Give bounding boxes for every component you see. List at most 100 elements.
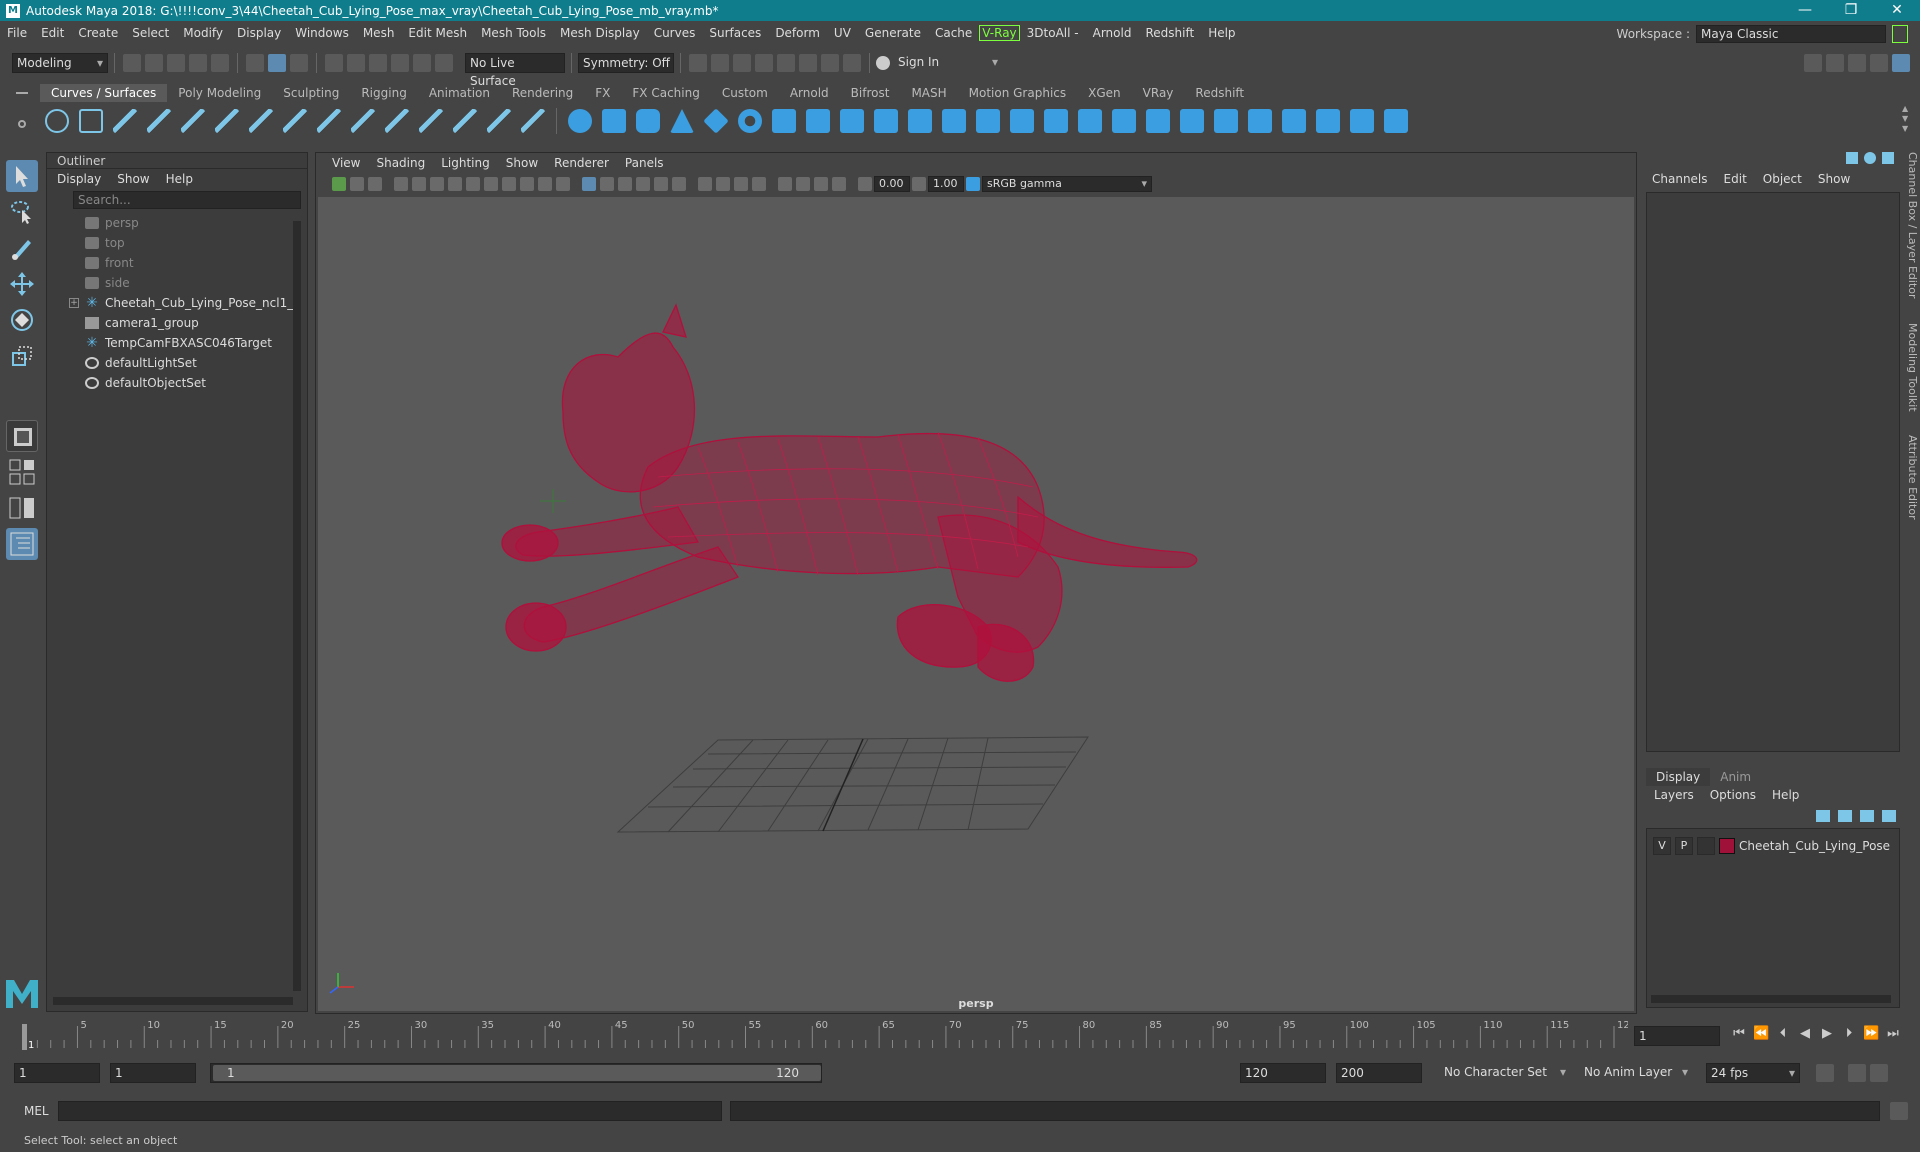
resolution-gate-icon[interactable] bbox=[484, 177, 498, 191]
3d-viewport[interactable]: persp bbox=[318, 197, 1634, 1011]
viewport-menu-show[interactable]: Show bbox=[498, 156, 546, 170]
go-to-end-icon[interactable]: ⏭ bbox=[1885, 1026, 1901, 1042]
motion-blur-icon[interactable] bbox=[716, 177, 730, 191]
side-tab-channel-box[interactable]: Channel Box / Layer Editor bbox=[1906, 152, 1919, 299]
shelf-tab-curves-surfaces[interactable]: Curves / Surfaces bbox=[40, 84, 168, 102]
toggle-attribute-editor-icon[interactable] bbox=[1864, 152, 1876, 164]
step-back-key-icon[interactable]: ⏪ bbox=[1753, 1026, 1769, 1042]
planar-icon[interactable] bbox=[840, 109, 864, 133]
exposure-icon[interactable] bbox=[858, 177, 872, 191]
range-slider[interactable]: 1 120 bbox=[210, 1063, 822, 1083]
outliner-item-persp[interactable]: persp bbox=[85, 213, 307, 233]
shelf-tab-poly-modeling[interactable]: Poly Modeling bbox=[167, 84, 272, 102]
menu-arnold[interactable]: Arnold bbox=[1086, 26, 1139, 40]
shelf-tab-custom[interactable]: Custom bbox=[711, 84, 779, 102]
attach-surfaces-icon[interactable] bbox=[1180, 109, 1204, 133]
channel-menu-object[interactable]: Object bbox=[1763, 172, 1802, 186]
side-tab-modeling-toolkit[interactable]: Modeling Toolkit bbox=[1906, 323, 1919, 412]
rotate-tool-icon[interactable] bbox=[6, 304, 38, 336]
surface-editing-icon[interactable] bbox=[1384, 109, 1408, 133]
menu-3dtoall[interactable]: 3DtoAll - bbox=[1020, 26, 1086, 40]
side-tab-attribute-editor[interactable]: Attribute Editor bbox=[1906, 435, 1919, 520]
shelf-tab-arnold[interactable]: Arnold bbox=[779, 84, 840, 102]
isolate-select-icon[interactable] bbox=[778, 177, 792, 191]
fps-dropdown[interactable]: 24 fps bbox=[1706, 1063, 1800, 1083]
wireframe-icon[interactable] bbox=[582, 177, 596, 191]
safe-action-icon[interactable] bbox=[538, 177, 552, 191]
menu-mesh-display[interactable]: Mesh Display bbox=[553, 26, 647, 40]
live-surface-field[interactable]: No Live Surface bbox=[465, 53, 565, 88]
trim-tool-icon[interactable] bbox=[1112, 109, 1136, 133]
smooth-shade-icon[interactable] bbox=[600, 177, 614, 191]
workspace-dropdown[interactable]: Maya Classic bbox=[1696, 25, 1886, 43]
toggle-tool-settings-icon[interactable] bbox=[1882, 152, 1894, 164]
xray-joints-icon[interactable] bbox=[814, 177, 828, 191]
viewport-menu-renderer[interactable]: Renderer bbox=[546, 156, 617, 170]
nurbs-cylinder-icon[interactable] bbox=[636, 109, 660, 133]
offset-curve-icon[interactable] bbox=[385, 109, 409, 133]
shelf-tab-rigging[interactable]: Rigging bbox=[350, 84, 417, 102]
animation-preferences-icon[interactable] bbox=[1870, 1064, 1888, 1082]
menu-display[interactable]: Display bbox=[230, 26, 288, 40]
gate-mask-icon[interactable] bbox=[502, 177, 516, 191]
shelf-tab-rendering[interactable]: Rendering bbox=[501, 84, 584, 102]
insert-isoparm-icon[interactable] bbox=[1282, 109, 1306, 133]
ipr-icon[interactable] bbox=[733, 54, 751, 72]
snap-vertex-icon[interactable] bbox=[435, 54, 453, 72]
camera-attributes-icon[interactable] bbox=[350, 177, 364, 191]
new-layer-selected-icon[interactable] bbox=[1882, 810, 1896, 822]
display-layer-row[interactable]: V P Cheetah_Cub_Lying_Pose bbox=[1647, 835, 1899, 857]
move-layer-down-icon[interactable] bbox=[1838, 810, 1852, 822]
outliner-menu-help[interactable]: Help bbox=[166, 172, 193, 186]
toggle-channel-box-icon[interactable] bbox=[1846, 152, 1858, 164]
outliner-horizontal-scrollbar[interactable] bbox=[53, 997, 293, 1005]
step-forward-key-icon[interactable]: ⏩ bbox=[1863, 1026, 1879, 1042]
shelf-tab-motion-graphics[interactable]: Motion Graphics bbox=[958, 84, 1078, 102]
save-scene-icon[interactable] bbox=[167, 54, 185, 72]
channel-menu-edit[interactable]: Edit bbox=[1724, 172, 1747, 186]
close-button[interactable]: ✕ bbox=[1874, 0, 1920, 21]
viewport-menu-panels[interactable]: Panels bbox=[617, 156, 672, 170]
nurbs-sphere-icon[interactable] bbox=[568, 109, 592, 133]
detach-curves-icon[interactable] bbox=[283, 109, 307, 133]
menu-set-dropdown[interactable]: Modeling bbox=[12, 53, 108, 73]
shelf-tab-fx[interactable]: FX bbox=[584, 84, 621, 102]
snap-view-icon[interactable] bbox=[391, 54, 409, 72]
snap-grid-icon[interactable] bbox=[325, 54, 343, 72]
menu-windows[interactable]: Windows bbox=[288, 26, 356, 40]
menu-help[interactable]: Help bbox=[1201, 26, 1242, 40]
layer-visibility-toggle[interactable]: V bbox=[1653, 837, 1671, 855]
attribute-editor-icon[interactable] bbox=[1848, 54, 1866, 72]
outliner-menu-show[interactable]: Show bbox=[117, 172, 149, 186]
menu-file[interactable]: File bbox=[0, 26, 34, 40]
shadows-icon[interactable] bbox=[672, 177, 686, 191]
paint-select-tool-icon[interactable] bbox=[6, 232, 38, 264]
nurbs-circle-icon[interactable] bbox=[45, 109, 69, 133]
field-chart-icon[interactable] bbox=[520, 177, 534, 191]
channel-box-icon[interactable] bbox=[1892, 54, 1910, 72]
step-forward-frame-icon[interactable]: ⏵ bbox=[1841, 1026, 1857, 1042]
layer-horizontal-scrollbar[interactable] bbox=[1651, 995, 1891, 1003]
redo-icon[interactable] bbox=[211, 54, 229, 72]
command-input[interactable] bbox=[58, 1101, 722, 1121]
move-layer-up-icon[interactable] bbox=[1816, 810, 1830, 822]
grease-pencil-icon[interactable] bbox=[430, 177, 444, 191]
single-view-layout-icon[interactable] bbox=[6, 420, 38, 452]
open-scene-icon[interactable] bbox=[145, 54, 163, 72]
symmetry-field[interactable]: Symmetry: Off bbox=[578, 53, 674, 73]
project-curve-icon[interactable] bbox=[1044, 109, 1068, 133]
gamma-field[interactable]: 1.00 bbox=[928, 176, 964, 192]
shelf-tab-vray[interactable]: VRay bbox=[1132, 84, 1185, 102]
light-editor-icon[interactable] bbox=[799, 54, 817, 72]
new-layer-icon[interactable] bbox=[1860, 810, 1874, 822]
exposure-field[interactable]: 0.00 bbox=[874, 176, 910, 192]
menu-mesh-tools[interactable]: Mesh Tools bbox=[474, 26, 553, 40]
shelf-tab-fx-caching[interactable]: FX Caching bbox=[621, 84, 710, 102]
outliner-item-top[interactable]: top bbox=[85, 233, 307, 253]
viewport-menu-view[interactable]: View bbox=[324, 156, 368, 170]
menu-surfaces[interactable]: Surfaces bbox=[702, 26, 768, 40]
shelf-tab-bifrost[interactable]: Bifrost bbox=[840, 84, 901, 102]
channel-menu-show[interactable]: Show bbox=[1818, 172, 1850, 186]
snap-surface-icon[interactable] bbox=[413, 54, 431, 72]
pause-icon[interactable] bbox=[843, 54, 861, 72]
